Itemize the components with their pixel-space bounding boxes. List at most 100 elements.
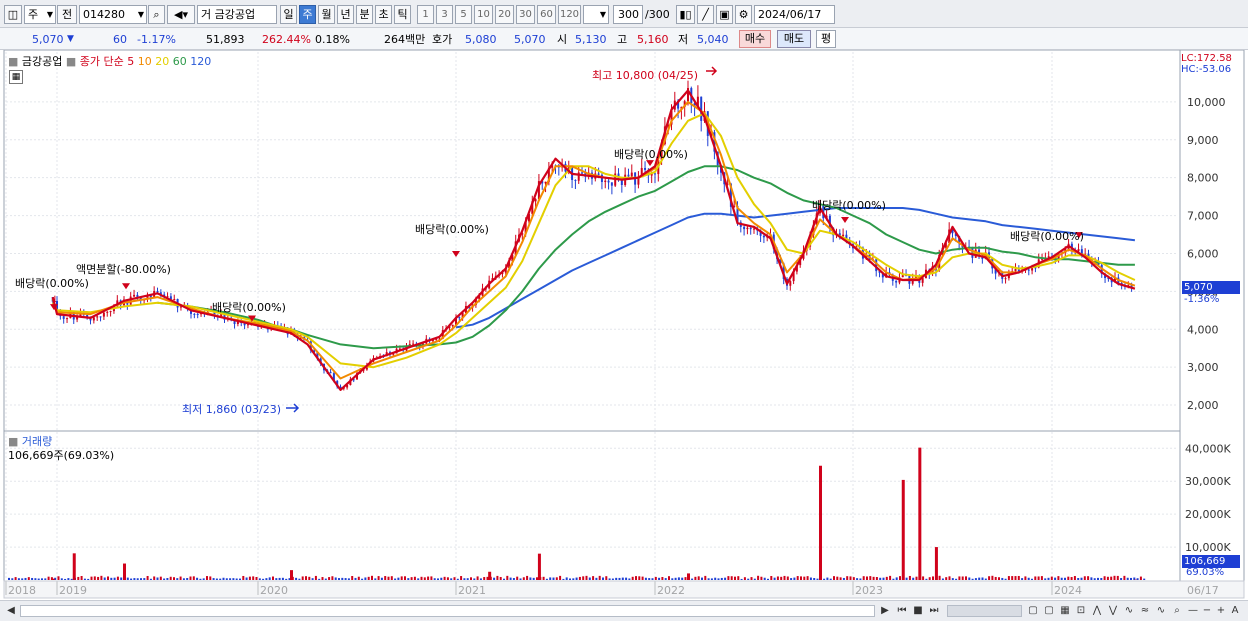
interval-button-60[interactable]: 60 [537,5,556,24]
magnifier-icon[interactable]: ⌕ [1170,604,1184,618]
interval-button-30[interactable]: 30 [516,5,535,24]
period-button-week[interactable]: 주 [299,5,316,24]
save-icon[interactable]: ▣ [716,5,733,24]
hc-label: HC:-53.06 [1181,64,1232,75]
volume-bar [192,576,195,580]
stock-chart[interactable]: 2,0003,0004,0005,0006,0007,0008,0009,000… [0,50,1248,600]
volume-bar [635,576,637,580]
buy-button[interactable]: 매수 [739,30,771,48]
period-button-minute[interactable]: 분 [356,5,373,24]
search-icon[interactable]: ⌕ [148,5,165,24]
volume-bar [466,578,469,580]
volume-bar [664,578,667,580]
volume-bar [116,576,119,580]
volume-bar [1034,576,1037,580]
minus-icon[interactable]: − [1200,604,1214,618]
volume-bar [278,577,281,580]
eval-button[interactable]: 평 [816,30,836,48]
volume-bar [113,577,116,580]
grid-icon[interactable]: ▦ [1058,604,1072,618]
interval-select[interactable]: ▼ [583,5,609,24]
wave-icon-3[interactable]: ∿ [1154,604,1168,618]
volume-bar [582,576,585,580]
layout-icon[interactable]: ▢ [1026,604,1040,618]
volume-bar [397,577,400,580]
period-button-year[interactable]: 년 [337,5,354,24]
zoom-fit-icon[interactable]: ⊡ [1074,604,1088,618]
volume-bar [1024,576,1027,580]
period-button-second[interactable]: 초 [375,5,392,24]
volume-bar [991,575,994,580]
volume-bar [691,578,694,580]
stop-icon[interactable]: ■ [911,604,925,618]
volume-bar [57,576,60,580]
trend-icon-2[interactable]: ⋁ [1106,604,1120,618]
period-button-month[interactable]: 월 [318,5,335,24]
volume-bar [536,577,538,580]
date-input[interactable]: 2024/06/17 [754,5,835,24]
volume-legend-value: 106,669주(69.03%) [8,449,115,462]
prev-button[interactable]: 전 [57,5,77,24]
rewind-icon[interactable]: ⏮ [895,604,909,618]
wave-icon[interactable]: ∿ [1122,604,1136,618]
count-total: /300 [645,8,670,21]
candle-body [610,182,613,186]
volume-bar [450,578,453,580]
interval-button-10[interactable]: 10 [474,5,493,24]
scroll-right-icon[interactable]: ▶ [878,604,892,618]
count-input[interactable]: 300 [613,5,643,24]
zoom-out-icon[interactable]: — [1186,604,1200,618]
volume-bar [578,576,581,580]
scroll-track[interactable] [20,605,875,617]
stock-code-input[interactable]: 014280 ▼ [79,5,147,24]
interval-button-1[interactable]: 1 [417,5,434,24]
stock-name-field[interactable]: 거 금강공업 [197,5,277,24]
candle-body [173,299,176,301]
volume-bar [905,577,908,580]
zoom-slider[interactable] [947,605,1022,617]
fast-forward-icon[interactable]: ⏭ [927,604,941,618]
period-button-tick[interactable]: 틱 [394,5,411,24]
chart-layout-icon[interactable]: ◫ [4,5,22,24]
interval-button-5[interactable]: 5 [455,5,472,24]
volume-bar [77,576,80,580]
volume-bar [1050,576,1053,580]
candle-body [92,317,95,321]
volume-bar [753,578,756,580]
annotation-dividend-4: 배당락(0.00%) [614,148,688,161]
gear-icon[interactable]: ⚙ [735,5,752,24]
stock-name-value: 금강공업 [214,8,256,21]
volume-bar [681,577,684,580]
font-size-icon[interactable]: A [1228,604,1242,618]
candle-icon[interactable]: ▮▯ [676,5,695,24]
wave-icon-2[interactable]: ≈ [1138,604,1152,618]
scroll-left-icon[interactable]: ◀ [4,604,18,618]
interval-button-20[interactable]: 20 [495,5,514,24]
interval-button-3[interactable]: 3 [436,5,453,24]
plus-icon[interactable]: + [1214,604,1228,618]
volume-bar [945,577,948,580]
layout-icon-2[interactable]: ▢ [1042,604,1056,618]
volume-bar [522,577,525,580]
candle-body [106,311,109,313]
trend-icon[interactable]: ⋀ [1090,604,1104,618]
volume-bar [968,577,971,580]
volume-bar [334,577,337,580]
speaker-icon[interactable]: ◀▾ [167,5,195,24]
calculator-icon[interactable]: ▦ [9,70,23,84]
volume-bar [252,576,255,580]
volume-bar [374,578,377,580]
volume-bar [1047,577,1050,580]
candle-body [196,313,199,315]
draw-line-icon[interactable]: ╱ [697,5,714,24]
sell-button[interactable]: 매도 [777,30,811,48]
volume-bar [800,576,802,580]
period-select[interactable]: 주 ▼ [24,5,56,24]
volume-bar [476,576,479,580]
volume-bar [60,578,63,580]
candle-body [581,172,584,174]
period-button-day[interactable]: 일 [280,5,297,24]
volume-bar [1113,575,1116,580]
chart-scrollbar[interactable]: ◀ ▶ ⏮ ■ ⏭ ▢ ▢ ▦ ⊡ ⋀ ⋁ ∿ ≈ ∿ ⌕ — − + A [0,600,1248,621]
interval-button-120[interactable]: 120 [558,5,581,24]
